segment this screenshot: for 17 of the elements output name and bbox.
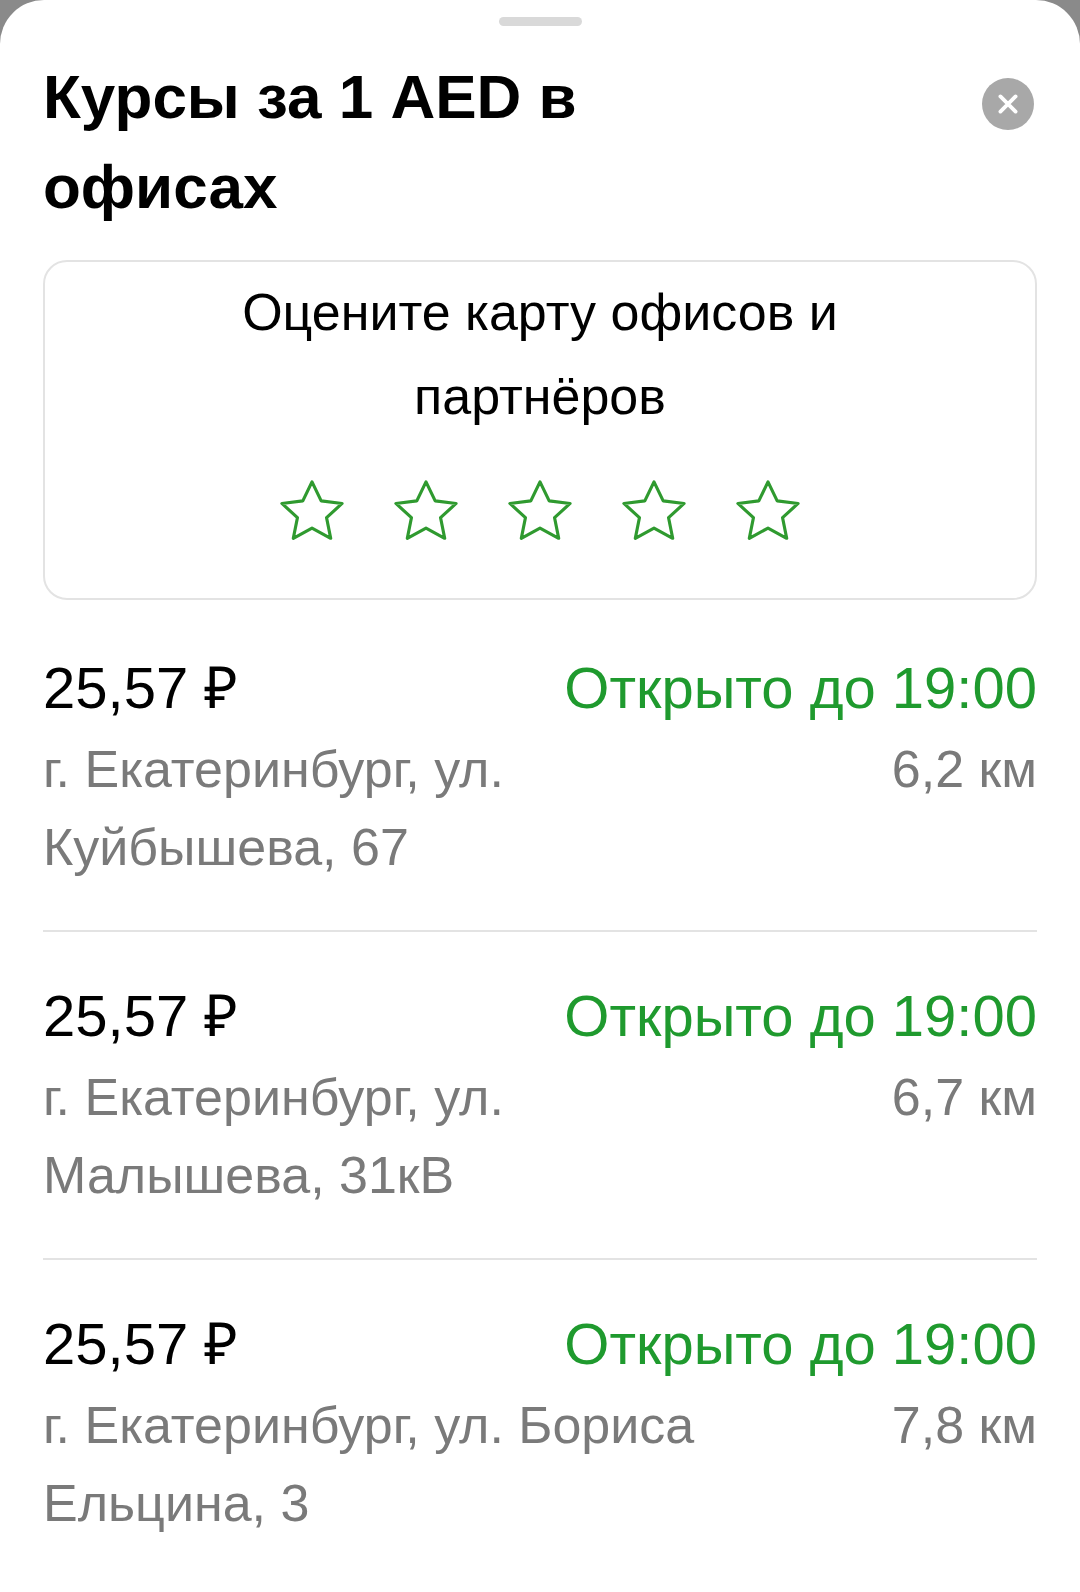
opening-hours: Открыто до 19:00 [564, 982, 1037, 1050]
exchange-rate: 25,57 ₽ [43, 1310, 239, 1378]
office-distance: 7,8 км [891, 1395, 1037, 1456]
exchange-rate: 25,57 ₽ [43, 654, 239, 722]
drag-handle[interactable] [498, 17, 582, 26]
office-distance: 6,7 км [891, 1067, 1037, 1128]
exchange-rate: 25,57 ₽ [43, 982, 239, 1050]
close-icon [995, 91, 1021, 117]
rating-prompt: Оцените карту офисов и партнёров [241, 282, 839, 427]
office-distance: 6,2 км [891, 739, 1037, 800]
office-address: г. Екатеринбург, ул. Малышева, 31кВ [43, 1067, 505, 1206]
opening-hours: Открыто до 19:00 [564, 654, 1037, 722]
office-address: г. Екатеринбург, ул. Бориса Ельцина, 3 [43, 1395, 696, 1534]
sheet-title: Курсы за 1 AED в офисах [43, 61, 578, 223]
close-button[interactable] [982, 78, 1034, 130]
opening-hours: Открыто до 19:00 [564, 1310, 1037, 1378]
office-address: г. Екатеринбург, ул. Куйбышева, 67 [43, 739, 505, 878]
